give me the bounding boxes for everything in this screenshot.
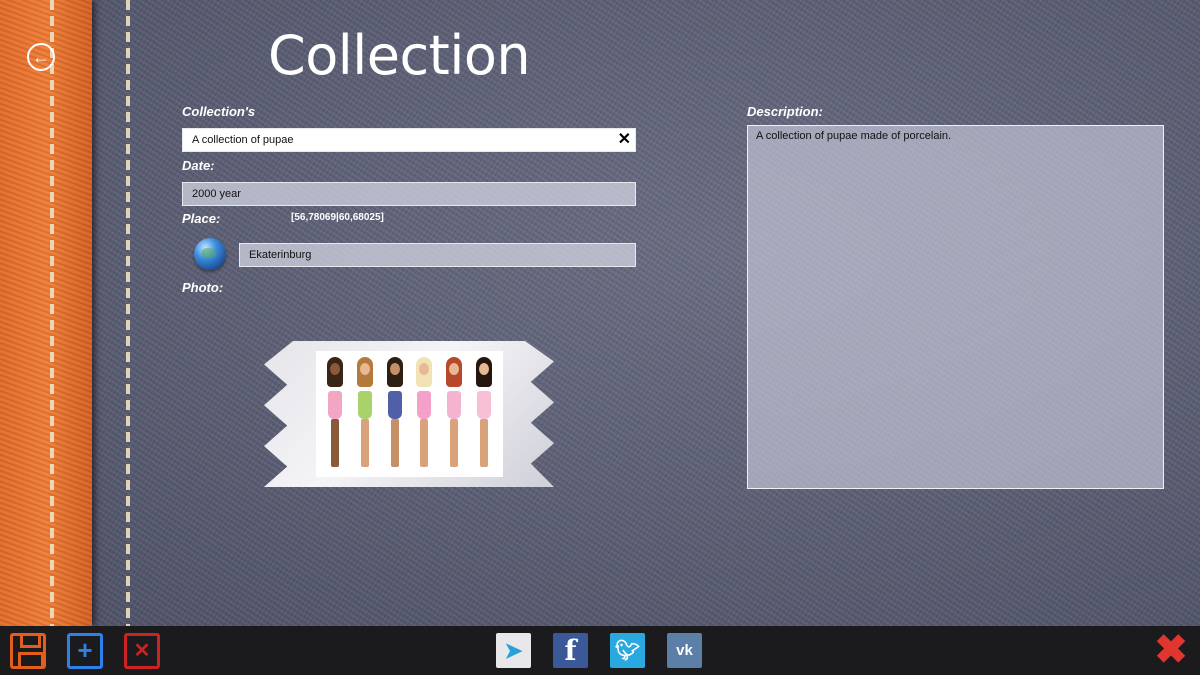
back-button[interactable]: ← [27, 43, 55, 71]
page-title: Collection [268, 24, 531, 87]
vk-icon: vk [676, 642, 693, 659]
place-coordinates: [56,78069|60,68025] [291, 212, 384, 223]
app-bar [0, 626, 1200, 675]
doll-figure [325, 357, 345, 469]
add-button[interactable]: + [67, 633, 103, 669]
description-label: Description: [747, 104, 823, 119]
close-icon: ✖ [1154, 628, 1188, 672]
collection-name-input[interactable]: A collection of pupae ✕ [182, 128, 636, 152]
date-input[interactable]: 2000 year [182, 182, 636, 206]
doll-figure [474, 357, 494, 469]
doll-figure [444, 357, 464, 469]
paper-plane-icon: ➤ [504, 637, 523, 663]
facebook-icon: f [564, 634, 577, 667]
description-textarea[interactable]: A collection of pupae made of porcelain. [747, 125, 1164, 489]
facebook-share-button[interactable]: f [553, 633, 588, 668]
save-button[interactable] [10, 633, 46, 669]
vk-share-button[interactable]: vk [667, 633, 702, 668]
twitter-share-button[interactable]: 🐦︎ [610, 633, 645, 668]
stitch-line [50, 0, 54, 626]
doll-figure [385, 357, 405, 469]
photo-label: Photo: [182, 280, 224, 295]
arrow-left-icon: ← [32, 47, 50, 67]
doll-figure [414, 357, 434, 469]
x-icon: ✕ [133, 640, 151, 662]
delete-button[interactable]: ✕ [124, 633, 160, 669]
clear-icon[interactable]: ✕ [618, 129, 631, 151]
collection-name-label: Collection's [182, 104, 256, 119]
doll-figure [355, 357, 375, 469]
collection-photo[interactable] [316, 351, 503, 477]
date-label: Date: [182, 158, 215, 173]
telegram-share-button[interactable]: ➤ [496, 633, 531, 668]
close-button[interactable]: ✖ [1153, 628, 1189, 672]
globe-icon[interactable] [194, 238, 226, 270]
collection-name-value: A collection of pupae [192, 134, 294, 146]
orange-leather-strip [0, 0, 92, 626]
place-label: Place: [182, 211, 221, 226]
stitch-line [126, 0, 130, 626]
place-input[interactable]: Ekaterinburg [239, 243, 636, 267]
plus-icon: + [77, 635, 93, 665]
twitter-bird-icon: 🐦︎ [614, 640, 641, 662]
